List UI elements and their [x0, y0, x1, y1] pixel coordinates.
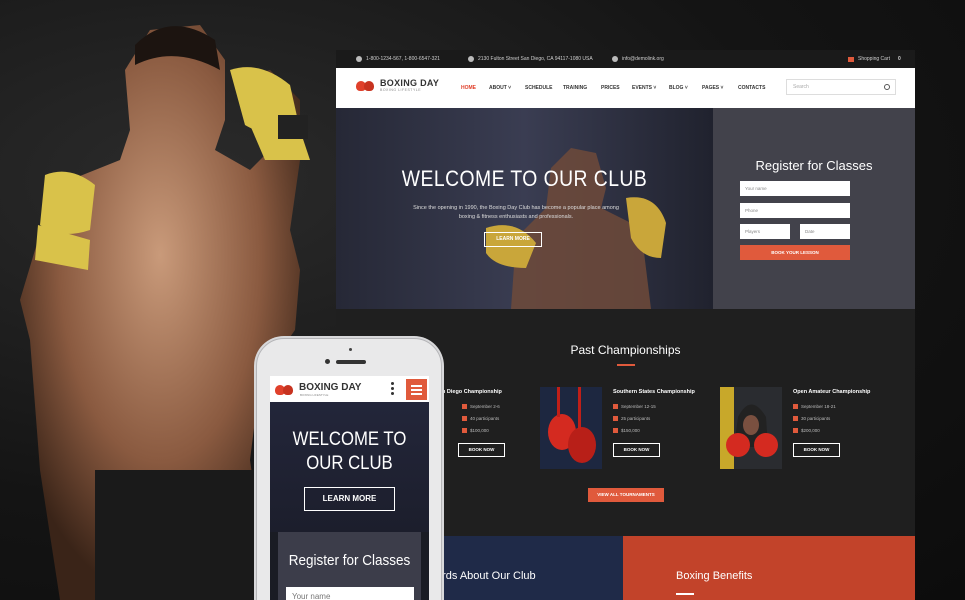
cart-count: 0	[897, 56, 901, 62]
top-info-bar: 1-800-1234-567, 1-800-6547-321 2130 Fult…	[336, 50, 915, 68]
championship-participants: 25 participants	[613, 416, 650, 421]
mobile-hero: WELCOME TO OUR CLUB LEARN MORE	[270, 402, 429, 532]
phone-info: 1-800-1234-567, 1-800-6547-321	[356, 56, 440, 62]
learn-more-button[interactable]: LEARN MORE	[484, 232, 542, 247]
mobile-register-form: Register for Classes Your name	[278, 532, 421, 600]
championship-name: Southern States Championship	[613, 389, 695, 395]
gloves-logo-icon	[275, 383, 295, 396]
words-about-club-title: ords About Our Club	[436, 570, 536, 582]
mobile-name-input[interactable]: Your name	[286, 587, 414, 600]
championship-date: September 12-15	[613, 404, 656, 409]
email-link[interactable]: info@demolink.org	[612, 56, 664, 62]
phone-input[interactable]: Phone	[740, 203, 850, 218]
hero-title: WELCOME TO OUR CLUB	[401, 166, 648, 191]
book-now-button[interactable]: BOOK NOW	[458, 443, 505, 457]
speaker-grille	[336, 360, 366, 364]
mobile-navbar: BOXING DAY BOXING LIFESTYLE	[270, 376, 429, 402]
mobile-screen: BOXING DAY BOXING LIFESTYLE WELCOME TO O…	[270, 376, 429, 600]
nav-training[interactable]: TRAINING	[563, 85, 587, 91]
book-now-button[interactable]: BOOK NOW	[793, 443, 840, 457]
mobile-learn-more-button[interactable]: LEARN MORE	[304, 487, 395, 511]
cart-icon	[848, 56, 854, 62]
camera-icon	[325, 359, 330, 364]
book-lesson-button[interactable]: BOOK YOUR LESSON	[740, 245, 850, 260]
shopping-cart-link[interactable]: Shopping Cart 0	[848, 56, 901, 62]
register-title: Register for Classes	[755, 158, 873, 173]
book-now-button[interactable]: BOOK NOW	[613, 443, 660, 457]
championship-date: September 2-6	[462, 404, 500, 409]
championship-prize: $100,000	[462, 428, 489, 433]
championship-name: Open Amateur Championship	[793, 389, 871, 395]
hooded-boxer-image	[720, 387, 782, 469]
championship-prize: $150,000	[613, 428, 640, 433]
brand-name: BOXING DAY	[380, 78, 440, 88]
championship-date: September 18-21	[793, 404, 836, 409]
red-gloves-image	[540, 387, 602, 469]
nav-prices[interactable]: PRICES	[601, 85, 620, 91]
hero-banner: WELCOME TO OUR CLUB Since the opening in…	[336, 108, 713, 309]
brand-tagline: BOXING LIFESTYLE	[380, 88, 422, 92]
phone-mockup: BOXING DAY BOXING LIFESTYLE WELCOME TO O…	[256, 338, 442, 600]
nav-about[interactable]: ABOUT ˅	[489, 85, 511, 91]
mail-icon	[612, 56, 618, 62]
search-icon[interactable]	[884, 84, 890, 90]
name-input[interactable]: Your name	[740, 181, 850, 196]
date-input[interactable]: Date	[800, 224, 850, 239]
search-input[interactable]: Search	[786, 79, 896, 95]
mobile-brand-tagline: BOXING LIFESTYLE	[300, 393, 329, 397]
mobile-hero-title: WELCOME TO OUR CLUB	[292, 429, 407, 474]
championship-name: n Diego Championship	[442, 389, 502, 395]
address-info: 2130 Fulton Street San Diego, CA 94117-1…	[468, 56, 593, 62]
boxing-benefits-title: Boxing Benefits	[676, 570, 753, 582]
nav-events[interactable]: EVENTS ˅	[632, 85, 656, 91]
nav-blog[interactable]: BLOG ˅	[669, 85, 688, 91]
mobile-register-title: Register for Classes	[288, 552, 411, 569]
more-options-icon[interactable]	[391, 382, 394, 397]
boxing-benefits-section: Boxing Benefits	[623, 536, 915, 600]
brand-logo[interactable]: BOXING DAY BOXING LIFESTYLE	[356, 78, 439, 92]
championship-participants: 40 participants	[462, 416, 499, 421]
hamburger-menu-icon[interactable]	[406, 379, 427, 400]
nav-contacts[interactable]: CONTACTS	[738, 85, 765, 91]
title-underline	[617, 364, 635, 366]
nav-schedule[interactable]: SCHEDULE	[525, 85, 553, 91]
location-pin-icon	[468, 56, 474, 62]
benefits-underline	[676, 593, 694, 595]
register-form: Register for Classes Your name Phone Pla…	[713, 108, 915, 309]
view-all-tournaments-button[interactable]: VIEW ALL TOURNAMENTS	[588, 488, 664, 502]
main-navbar: BOXING DAY BOXING LIFESTYLE HOME ABOUT ˅…	[336, 68, 915, 108]
championship-prize: $200,000	[793, 428, 820, 433]
players-select[interactable]: Players	[740, 224, 790, 239]
mobile-brand-name: BOXING DAY	[299, 382, 362, 393]
nav-home[interactable]: HOME	[461, 85, 476, 91]
phone-icon	[356, 56, 362, 62]
hero-description: Since the opening in 1990, the Boxing Da…	[413, 205, 619, 220]
nav-pages[interactable]: PAGES ˅	[702, 85, 723, 91]
gloves-logo-icon	[356, 79, 376, 92]
championship-participants: 30 participants	[793, 416, 830, 421]
